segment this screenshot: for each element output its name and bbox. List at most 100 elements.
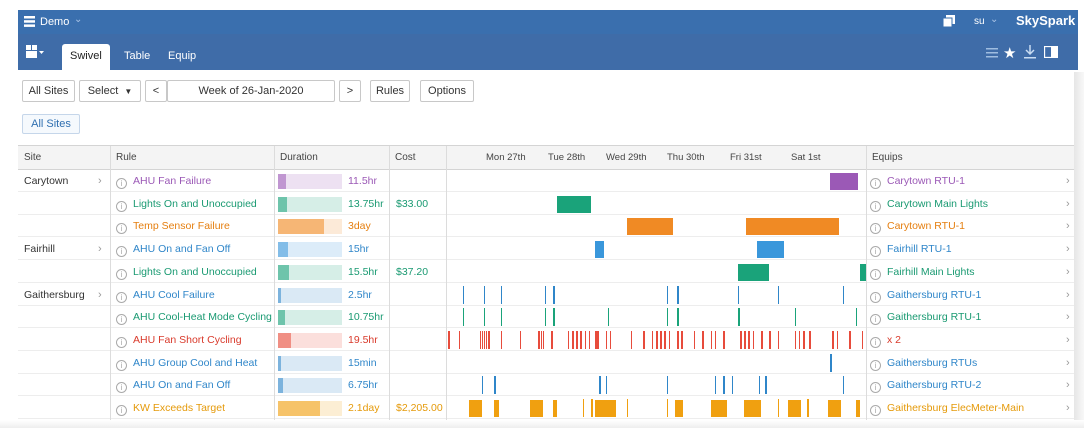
window-copy-icon[interactable] (942, 15, 955, 30)
timeline-bar[interactable] (462, 308, 465, 327)
next-week-button[interactable]: > (339, 80, 361, 102)
timeline-bar[interactable] (836, 330, 839, 349)
timeline-bar[interactable] (740, 330, 742, 349)
timeline-bar[interactable] (693, 330, 696, 349)
info-icon[interactable]: i (116, 223, 127, 235)
timeline-bar[interactable] (469, 400, 482, 417)
chevron-down-icon[interactable]: ⌄ (74, 14, 82, 25)
chevron-right-icon[interactable]: › (1066, 329, 1070, 351)
equip-cell[interactable]: i x 2 (870, 329, 1060, 351)
info-icon[interactable]: i (116, 291, 127, 303)
timeline-bar[interactable] (677, 330, 679, 349)
timeline-bar[interactable] (723, 376, 725, 395)
timeline-bar[interactable] (500, 308, 503, 327)
chevron-right-icon[interactable]: › (1066, 215, 1070, 237)
timeline-bar[interactable] (832, 330, 834, 349)
timeline-bar[interactable] (483, 308, 486, 327)
timeline-bar[interactable] (765, 376, 767, 395)
timeline-bar[interactable] (666, 285, 668, 304)
rule-cell[interactable]: i AHU Fan Short Cycling (116, 329, 274, 351)
info-icon[interactable]: i (116, 178, 127, 189)
equip-cell[interactable]: i Fairhill RTU-1 (870, 238, 1060, 260)
table-row[interactable]: i AHU Group Cool and Heat 15min i Gaithersbu… (18, 352, 1078, 374)
timeline-bar[interactable] (542, 330, 545, 349)
timeline-bar[interactable] (607, 308, 610, 327)
table-row[interactable]: Carytown › i AHU Fan Failure 11.5hr i Carytown… (18, 170, 1078, 192)
tab-equip[interactable]: Equip (160, 44, 204, 70)
equip-cell[interactable]: i Carytown RTU-1 (870, 170, 1060, 192)
timeline-bar[interactable] (544, 308, 547, 327)
chevron-right-icon[interactable]: › (1066, 193, 1070, 215)
timeline-bar[interactable] (723, 330, 725, 349)
timeline-bar[interactable] (582, 399, 585, 417)
col-header-cost[interactable]: Cost (389, 146, 446, 170)
timeline-bar[interactable] (710, 400, 728, 417)
timeline-bar[interactable] (588, 330, 591, 349)
timeline-bar[interactable] (777, 399, 780, 417)
timeline-bar[interactable] (605, 330, 608, 349)
list-icon[interactable] (986, 48, 998, 61)
timeline-bar[interactable] (830, 173, 858, 190)
rule-cell[interactable]: i AHU On and Fan Off (116, 374, 274, 396)
timeline-bar[interactable] (842, 376, 845, 395)
timeline-bar[interactable] (483, 285, 486, 304)
timeline-bar[interactable] (855, 400, 860, 417)
equip-cell[interactable]: i Gaithersburg RTUs (870, 352, 1060, 374)
equip-cell[interactable]: i Gaithersburg RTU-2 (870, 374, 1060, 396)
timeline-bar[interactable] (842, 285, 845, 304)
table-row[interactable]: i AHU Fan Short Cycling 19.5hr i x 2 › (18, 329, 1078, 351)
info-icon[interactable]: i (116, 336, 127, 348)
equip-cell[interactable]: i Fairhill Main Lights (870, 261, 1060, 283)
info-icon[interactable]: i (116, 382, 127, 394)
chevron-down-icon[interactable]: ⌄ (990, 14, 998, 25)
info-icon[interactable]: i (116, 246, 127, 258)
info-icon[interactable]: i (116, 359, 127, 371)
chevron-right-icon[interactable]: › (1066, 261, 1070, 283)
download-icon[interactable] (1024, 45, 1036, 62)
info-icon[interactable]: i (870, 359, 881, 371)
timeline-bar[interactable] (769, 330, 771, 349)
info-icon[interactable]: i (870, 314, 881, 326)
timeline-bar[interactable] (828, 400, 841, 417)
info-icon[interactable]: i (870, 382, 881, 394)
rule-cell[interactable]: i AHU On and Fan Off (116, 238, 274, 260)
timeline-bar[interactable] (553, 308, 555, 327)
timeline-bar[interactable] (448, 330, 450, 349)
view-switcher-icon[interactable] (26, 45, 44, 62)
filter-chip-all-sites[interactable]: All Sites (22, 114, 80, 134)
chevron-right-icon[interactable]: › (1066, 306, 1070, 328)
timeline-bar[interactable] (481, 376, 484, 395)
timeline-bar[interactable] (794, 308, 797, 327)
timeline-bar[interactable] (544, 285, 547, 304)
timeline-bar[interactable] (714, 330, 717, 349)
timeline-bar[interactable] (519, 330, 521, 349)
timeline-bar[interactable] (595, 241, 605, 259)
timeline-bar[interactable] (731, 376, 734, 395)
info-icon[interactable]: i (870, 405, 881, 416)
info-icon[interactable]: i (870, 200, 881, 212)
timeline-bar[interactable] (746, 218, 839, 236)
timeline-bar[interactable] (674, 400, 684, 417)
timeline-bar[interactable] (553, 400, 558, 417)
chevron-right-icon[interactable]: › (98, 170, 102, 192)
timeline-bar[interactable] (861, 330, 864, 349)
timeline-bar[interactable] (590, 399, 593, 417)
rule-cell[interactable]: i Lights On and Unoccupied (116, 261, 274, 283)
timeline-bar[interactable] (630, 330, 633, 349)
timeline-bar[interactable] (737, 285, 740, 304)
panel-toggle-icon[interactable] (1043, 45, 1059, 61)
info-icon[interactable]: i (116, 314, 127, 326)
timeline-bar[interactable] (626, 399, 629, 417)
date-range-field[interactable]: Week of 26-Jan-2020 (167, 80, 335, 102)
table-row[interactable]: i KW Exceeds Target 2.1day $2,205.00 i Gaithe… (18, 397, 1078, 419)
table-row[interactable]: Fairhill › i AHU On and Fan Off 15hr i Fairhil… (18, 238, 1078, 261)
table-row[interactable]: i Temp Sensor Failure 3day i Carytown RTU-1 › (18, 215, 1078, 238)
rule-cell[interactable]: i AHU Cool-Heat Mode Cycling (116, 306, 274, 328)
chevron-right-icon[interactable]: › (1066, 374, 1070, 396)
timeline-bar[interactable] (777, 285, 780, 304)
table-row[interactable]: Gaithersburg › i AHU Cool Failure 2.5hr i Gait… (18, 284, 1078, 306)
rule-cell[interactable]: i AHU Fan Failure (116, 170, 274, 192)
equip-cell[interactable]: i Carytown RTU-1 (870, 215, 1060, 237)
rule-cell[interactable]: i Lights On and Unoccupied (116, 193, 274, 215)
timeline-bar[interactable] (752, 330, 755, 349)
